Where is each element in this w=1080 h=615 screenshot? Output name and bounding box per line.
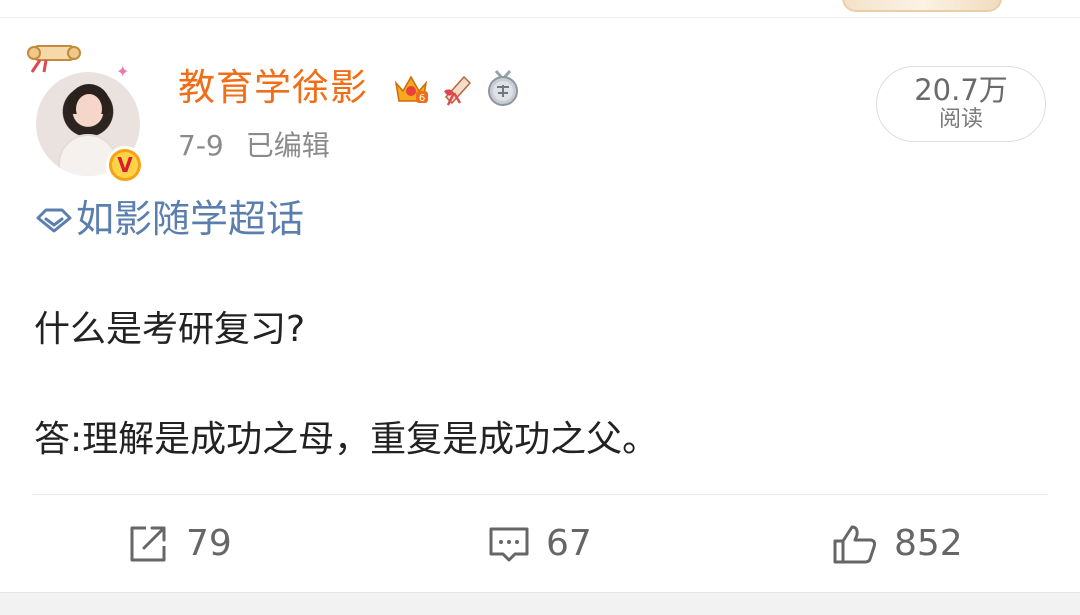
svg-text:6: 6 <box>419 93 425 104</box>
read-count: 20.7万 <box>914 73 1008 107</box>
repost-count: 79 <box>186 523 232 564</box>
divider <box>32 494 1048 495</box>
repost-icon <box>130 526 166 562</box>
diamond-icon <box>36 208 72 233</box>
repost-button[interactable]: 79 <box>128 516 232 572</box>
like-button[interactable]: 852 <box>832 516 963 572</box>
author-badges: 6 <box>392 66 522 110</box>
next-post-separator <box>0 592 1080 615</box>
read-count-pill[interactable]: 20.7万 阅读 <box>876 66 1046 142</box>
post-meta: 7-9 已编辑 <box>178 128 352 164</box>
crown-level-badge-icon[interactable]: 6 <box>392 69 430 107</box>
thumbs-up-icon <box>833 525 877 564</box>
like-count: 852 <box>894 523 963 564</box>
comment-count: 67 <box>546 523 592 564</box>
answer-medal-badge-icon[interactable] <box>484 69 522 107</box>
author-name[interactable]: 教育学徐影 <box>178 66 368 110</box>
star-decoration-icon: ✦ <box>116 62 130 81</box>
super-topic-link[interactable]: 如影随学超话 <box>34 196 304 242</box>
verified-badge-icon: V <box>106 146 144 184</box>
comment-icon <box>489 527 529 562</box>
action-bar: 79 67 852 <box>0 516 1080 572</box>
post-text-answer: 答:理解是成功之母，重复是成功之父。 <box>34 419 659 460</box>
author-avatar[interactable]: ✦ V <box>26 40 156 184</box>
post-date: 7-9 <box>178 129 224 162</box>
previous-post-edge <box>0 0 1080 18</box>
scroll-decoration-icon <box>27 45 81 73</box>
decorative-banner <box>842 0 1002 12</box>
super-topic-label: 如影随学超话 <box>76 197 305 241</box>
post-text-question: 什么是考研复习? <box>34 309 306 350</box>
comment-button[interactable]: 67 <box>488 516 592 572</box>
edited-label[interactable]: 已编辑 <box>246 129 330 162</box>
read-count-label: 阅读 <box>938 107 983 132</box>
trumpet-badge-icon[interactable] <box>438 69 476 107</box>
weibo-post-card[interactable]: ✦ V 教育学徐影 6 7-9 已编辑 20.7万 阅读 如影随学超话 什么是考… <box>0 18 1080 592</box>
